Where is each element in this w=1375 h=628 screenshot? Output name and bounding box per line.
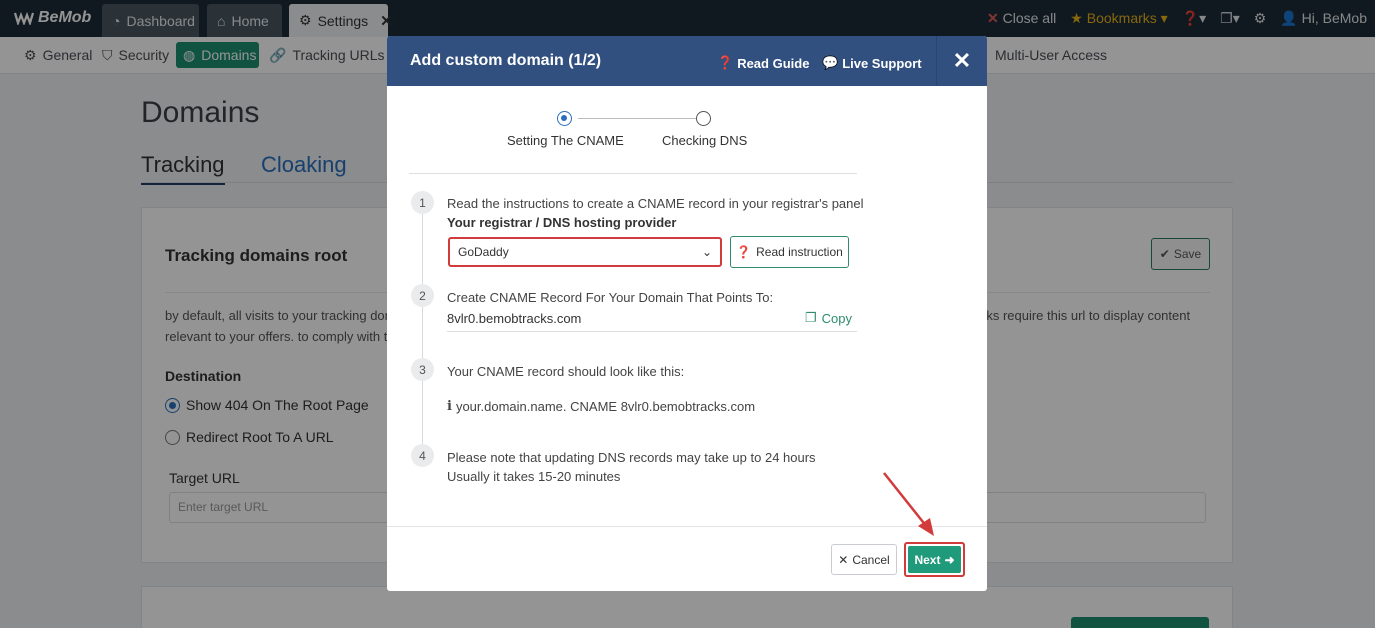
read-guide-link[interactable]: ❓ Read Guide [717, 55, 809, 71]
step-number-1: 1 [411, 191, 434, 214]
step-connector [578, 118, 696, 119]
close-icon: ✕ [952, 48, 972, 73]
chat-icon: 💬 [822, 55, 839, 70]
copy-label: Copy [821, 310, 853, 326]
chevron-down-icon: ⌄ [701, 245, 712, 259]
live-support-link[interactable]: 💬 Live Support [822, 55, 922, 71]
read-instruction-button[interactable]: ❓ Read instruction [730, 236, 849, 268]
cname-example: i your.domain.name. CNAME 8vlr0.bemobtra… [447, 399, 755, 414]
next-button[interactable]: Next ➜ [908, 546, 961, 573]
stepper-divider [409, 173, 857, 174]
step-1-indicator [557, 111, 572, 126]
read-guide-label: Read Guide [737, 55, 810, 71]
cname-target-value: 8vlr0.bemobtracks.com [447, 311, 582, 326]
steps-timeline [422, 202, 423, 462]
step2-text: Create CNAME Record For Your Domain That… [447, 290, 774, 305]
live-support-label: Live Support [842, 55, 922, 71]
step3-text: Your CNAME record should look like this: [447, 364, 685, 379]
step-2-label: Checking DNS [662, 133, 748, 148]
next-label: Next [914, 552, 941, 567]
step4-line1: Please note that updating DNS records ma… [447, 450, 816, 465]
step-number-4: 4 [411, 444, 434, 467]
step-number-2: 2 [411, 284, 434, 307]
provider-select[interactable]: GoDaddy ⌄ [448, 237, 722, 267]
copy-icon: ❐ [805, 310, 817, 325]
provider-label: Your registrar / DNS hosting provider [447, 215, 677, 230]
read-instruction-label: Read instruction [756, 245, 843, 259]
next-button-highlight: Next ➜ [904, 542, 965, 577]
question-icon: ❓ [717, 55, 734, 70]
close-modal-button[interactable]: ✕ [936, 36, 987, 86]
cname-example-text: your.domain.name. CNAME 8vlr0.bemobtrack… [455, 399, 756, 414]
question-icon: ❓ [736, 245, 752, 259]
domain-underline [447, 331, 857, 332]
modal-footer-divider [387, 526, 987, 527]
cancel-label: Cancel [852, 552, 890, 567]
info-icon: i [447, 399, 452, 414]
step4-line2: Usually it takes 15-20 minutes [447, 469, 621, 484]
step-number-3: 3 [411, 358, 434, 381]
modal-header: Add custom domain (1/2) ❓ Read Guide 💬 Liv… [387, 36, 987, 86]
provider-select-value: GoDaddy [458, 245, 509, 259]
step-2-indicator [696, 111, 711, 126]
add-custom-domain-modal: Add custom domain (1/2) ❓ Read Guide 💬 Liv… [387, 36, 987, 591]
cancel-button[interactable]: ✕ Cancel [831, 544, 897, 575]
close-icon: ✕ [838, 552, 849, 567]
copy-button[interactable]: ❐ Copy [805, 310, 852, 326]
modal-title: Add custom domain (1/2) [410, 52, 602, 69]
arrow-right-icon: ➜ [944, 552, 955, 567]
step-1-label: Setting The CNAME [507, 133, 624, 148]
step1-text: Read the instructions to create a CNAME … [447, 196, 864, 211]
